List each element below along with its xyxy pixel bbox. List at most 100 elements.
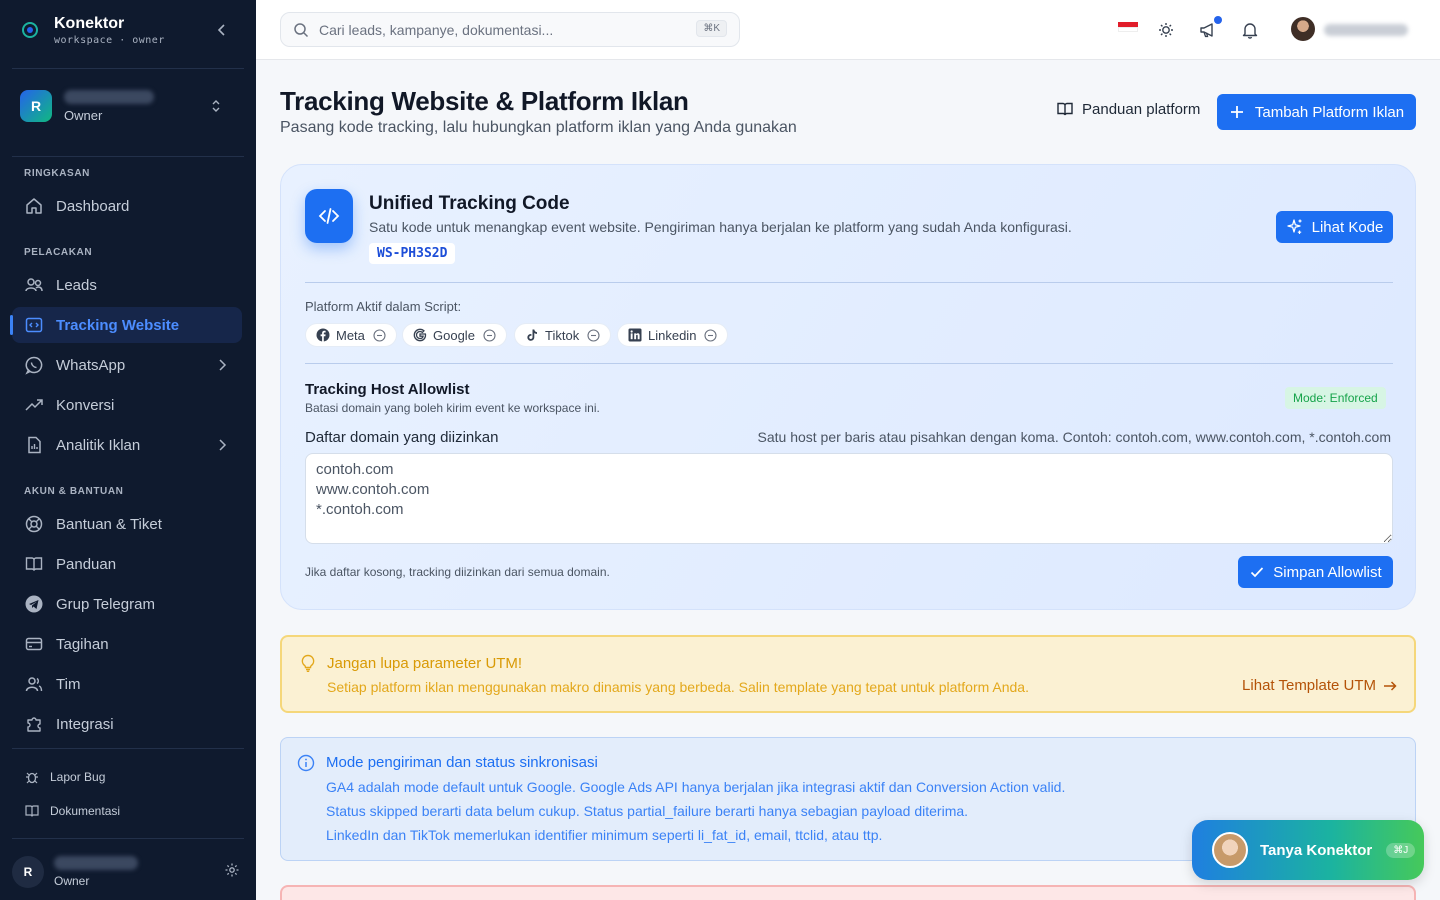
page-title: Tracking Website & Platform Iklan (280, 86, 689, 116)
bug-icon (26, 772, 38, 784)
code-brackets-icon (318, 208, 340, 224)
sidebar-item-panduan[interactable]: Panduan (12, 546, 242, 582)
chevron-updown-icon (212, 100, 220, 112)
code-badge (305, 189, 353, 243)
status-badge: Mode: Enforced (1285, 387, 1386, 409)
info-title: Mode pengiriman dan status sinkronisasi (326, 754, 598, 771)
assistant-shortcut: ⌘J (1386, 842, 1416, 858)
sidebar-item-label: Tim (56, 675, 81, 693)
sidebar-item-tagihan[interactable]: Tagihan (12, 626, 242, 662)
search-icon (294, 22, 309, 37)
plus-icon (1230, 106, 1243, 118)
chevron-right-icon (219, 439, 227, 451)
sidebar-item-label: Tracking Website (56, 316, 180, 334)
sidebar-divider (12, 838, 244, 839)
brand[interactable]: Konektor workspace · owner (20, 10, 236, 50)
sidebar-item-grup-telegram[interactable]: Grup Telegram (12, 586, 242, 622)
card-divider (305, 282, 1393, 283)
view-utm-template-link[interactable]: Lihat Template UTM (1242, 677, 1398, 694)
search-box[interactable]: ⌘K (280, 12, 740, 47)
sparkle-icon (1286, 219, 1302, 234)
info-icon (297, 754, 315, 772)
domains-textarea[interactable]: contoh.com www.contoh.com *.contoh.com (305, 453, 1393, 544)
add-platform-button[interactable]: Tambah Platform Iklan (1217, 94, 1416, 130)
button-label: Simpan Allowlist (1273, 563, 1382, 581)
workspace-switcher[interactable]: R Owner (20, 84, 236, 128)
sidebar-item-leads[interactable]: Leads (12, 267, 242, 303)
sidebar-item-integrasi[interactable]: Integrasi (12, 706, 242, 742)
platform-chip-google[interactable]: Google (402, 323, 507, 347)
button-label: Tambah Platform Iklan (1254, 103, 1405, 121)
linkedin-icon (628, 328, 642, 342)
search-input[interactable] (319, 21, 679, 38)
main-content: Tracking Website & Platform Iklan Pasang… (256, 60, 1440, 900)
facebook-icon (316, 328, 330, 342)
sidebar-item-konversi[interactable]: Konversi (12, 387, 242, 423)
utc-title: Unified Tracking Code (369, 193, 570, 214)
sidebar-item-bantuan-tiket[interactable]: Bantuan & Tiket (12, 506, 242, 542)
bell-icon[interactable] (1240, 20, 1260, 40)
search-shortcut: ⌘K (696, 20, 727, 37)
avatar[interactable] (1291, 17, 1315, 41)
minus-circle-icon[interactable] (373, 328, 386, 342)
danger-alert (280, 885, 1416, 900)
arrow-right-icon (1384, 680, 1397, 691)
card-divider (305, 363, 1393, 364)
allowlist-title: Tracking Host Allowlist (305, 381, 470, 398)
sidebar-item-analitik-iklan[interactable]: Analitik Iklan (12, 427, 242, 463)
user-role: Owner (54, 874, 90, 888)
sidebar-link-label: Dokumentasi (50, 804, 121, 818)
lifebuoy-icon (25, 515, 43, 533)
minus-circle-icon[interactable] (704, 328, 717, 342)
telegram-icon (25, 595, 43, 613)
domains-hint: Satu host per baris atau pisahkan dengan… (757, 429, 1391, 445)
language-flag-icon[interactable] (1118, 22, 1138, 32)
sidebar-item-label: WhatsApp (56, 356, 126, 374)
save-allowlist-button[interactable]: Simpan Allowlist (1238, 556, 1393, 588)
avatar: R (12, 856, 44, 888)
home-icon (26, 198, 42, 214)
sidebar-item-tracking-website[interactable]: Tracking Website (10, 307, 242, 343)
code-icon (25, 317, 43, 333)
sidebar-item-label: Dashboard (56, 197, 130, 215)
sidebar-item-whatsapp[interactable]: WhatsApp (12, 347, 242, 383)
notification-dot (1214, 16, 1222, 24)
sidebar-item-label: Leads (56, 276, 97, 294)
platform-chip-linkedin[interactable]: Linkedin (617, 323, 729, 347)
domains-label: Daftar domain yang diizinkan (305, 429, 499, 446)
minus-circle-icon[interactable] (587, 328, 600, 342)
user-name-redacted (54, 856, 138, 870)
book-icon (25, 557, 43, 571)
sidebar-item-tim[interactable]: Tim (12, 666, 242, 702)
sidebar-divider (12, 68, 244, 69)
brand-logo-icon (22, 22, 38, 38)
info-line: GA4 adalah mode default untuk Google. Go… (326, 779, 1066, 795)
sidebar-link-dokumentasi[interactable]: Dokumentasi (24, 803, 120, 819)
ask-assistant-button[interactable]: Tanya Konektor ⌘J (1192, 820, 1424, 880)
sidebar-link-lapor-bug[interactable]: Lapor Bug (24, 769, 105, 785)
utm-reminder-alert: Jangan lupa parameter UTM! Setiap platfo… (280, 635, 1416, 713)
active-platforms-label: Platform Aktif dalam Script: (305, 299, 462, 314)
platform-chip-label: Meta (336, 327, 365, 343)
platform-chip-tiktok[interactable]: Tiktok (514, 323, 612, 347)
puzzle-icon (27, 717, 41, 732)
lightbulb-icon (301, 654, 315, 672)
book-icon (25, 805, 39, 817)
sidebar-item-dashboard[interactable]: Dashboard (12, 188, 242, 224)
user-menu[interactable]: R Owner (12, 852, 244, 892)
sun-icon[interactable] (1156, 20, 1176, 40)
platform-guide-button[interactable]: Panduan platform (1056, 100, 1200, 118)
view-code-button[interactable]: Lihat Kode (1276, 211, 1393, 243)
platform-chip-meta[interactable]: Meta (305, 323, 397, 347)
sidebar-divider (12, 748, 244, 749)
chevron-left-icon[interactable] (214, 22, 230, 38)
alert-description: Setiap platform iklan menggunakan makro … (327, 679, 1029, 695)
sidebar: Konektor workspace · owner R Owner RINGK… (0, 0, 256, 900)
google-icon (413, 328, 427, 342)
card-icon (25, 637, 43, 651)
minus-circle-icon[interactable] (483, 328, 496, 342)
workspace-code[interactable]: WS-PH3S2D (369, 243, 456, 264)
trend-icon (25, 399, 43, 411)
assistant-label: Tanya Konektor (1260, 841, 1373, 859)
gear-icon[interactable] (224, 862, 240, 878)
